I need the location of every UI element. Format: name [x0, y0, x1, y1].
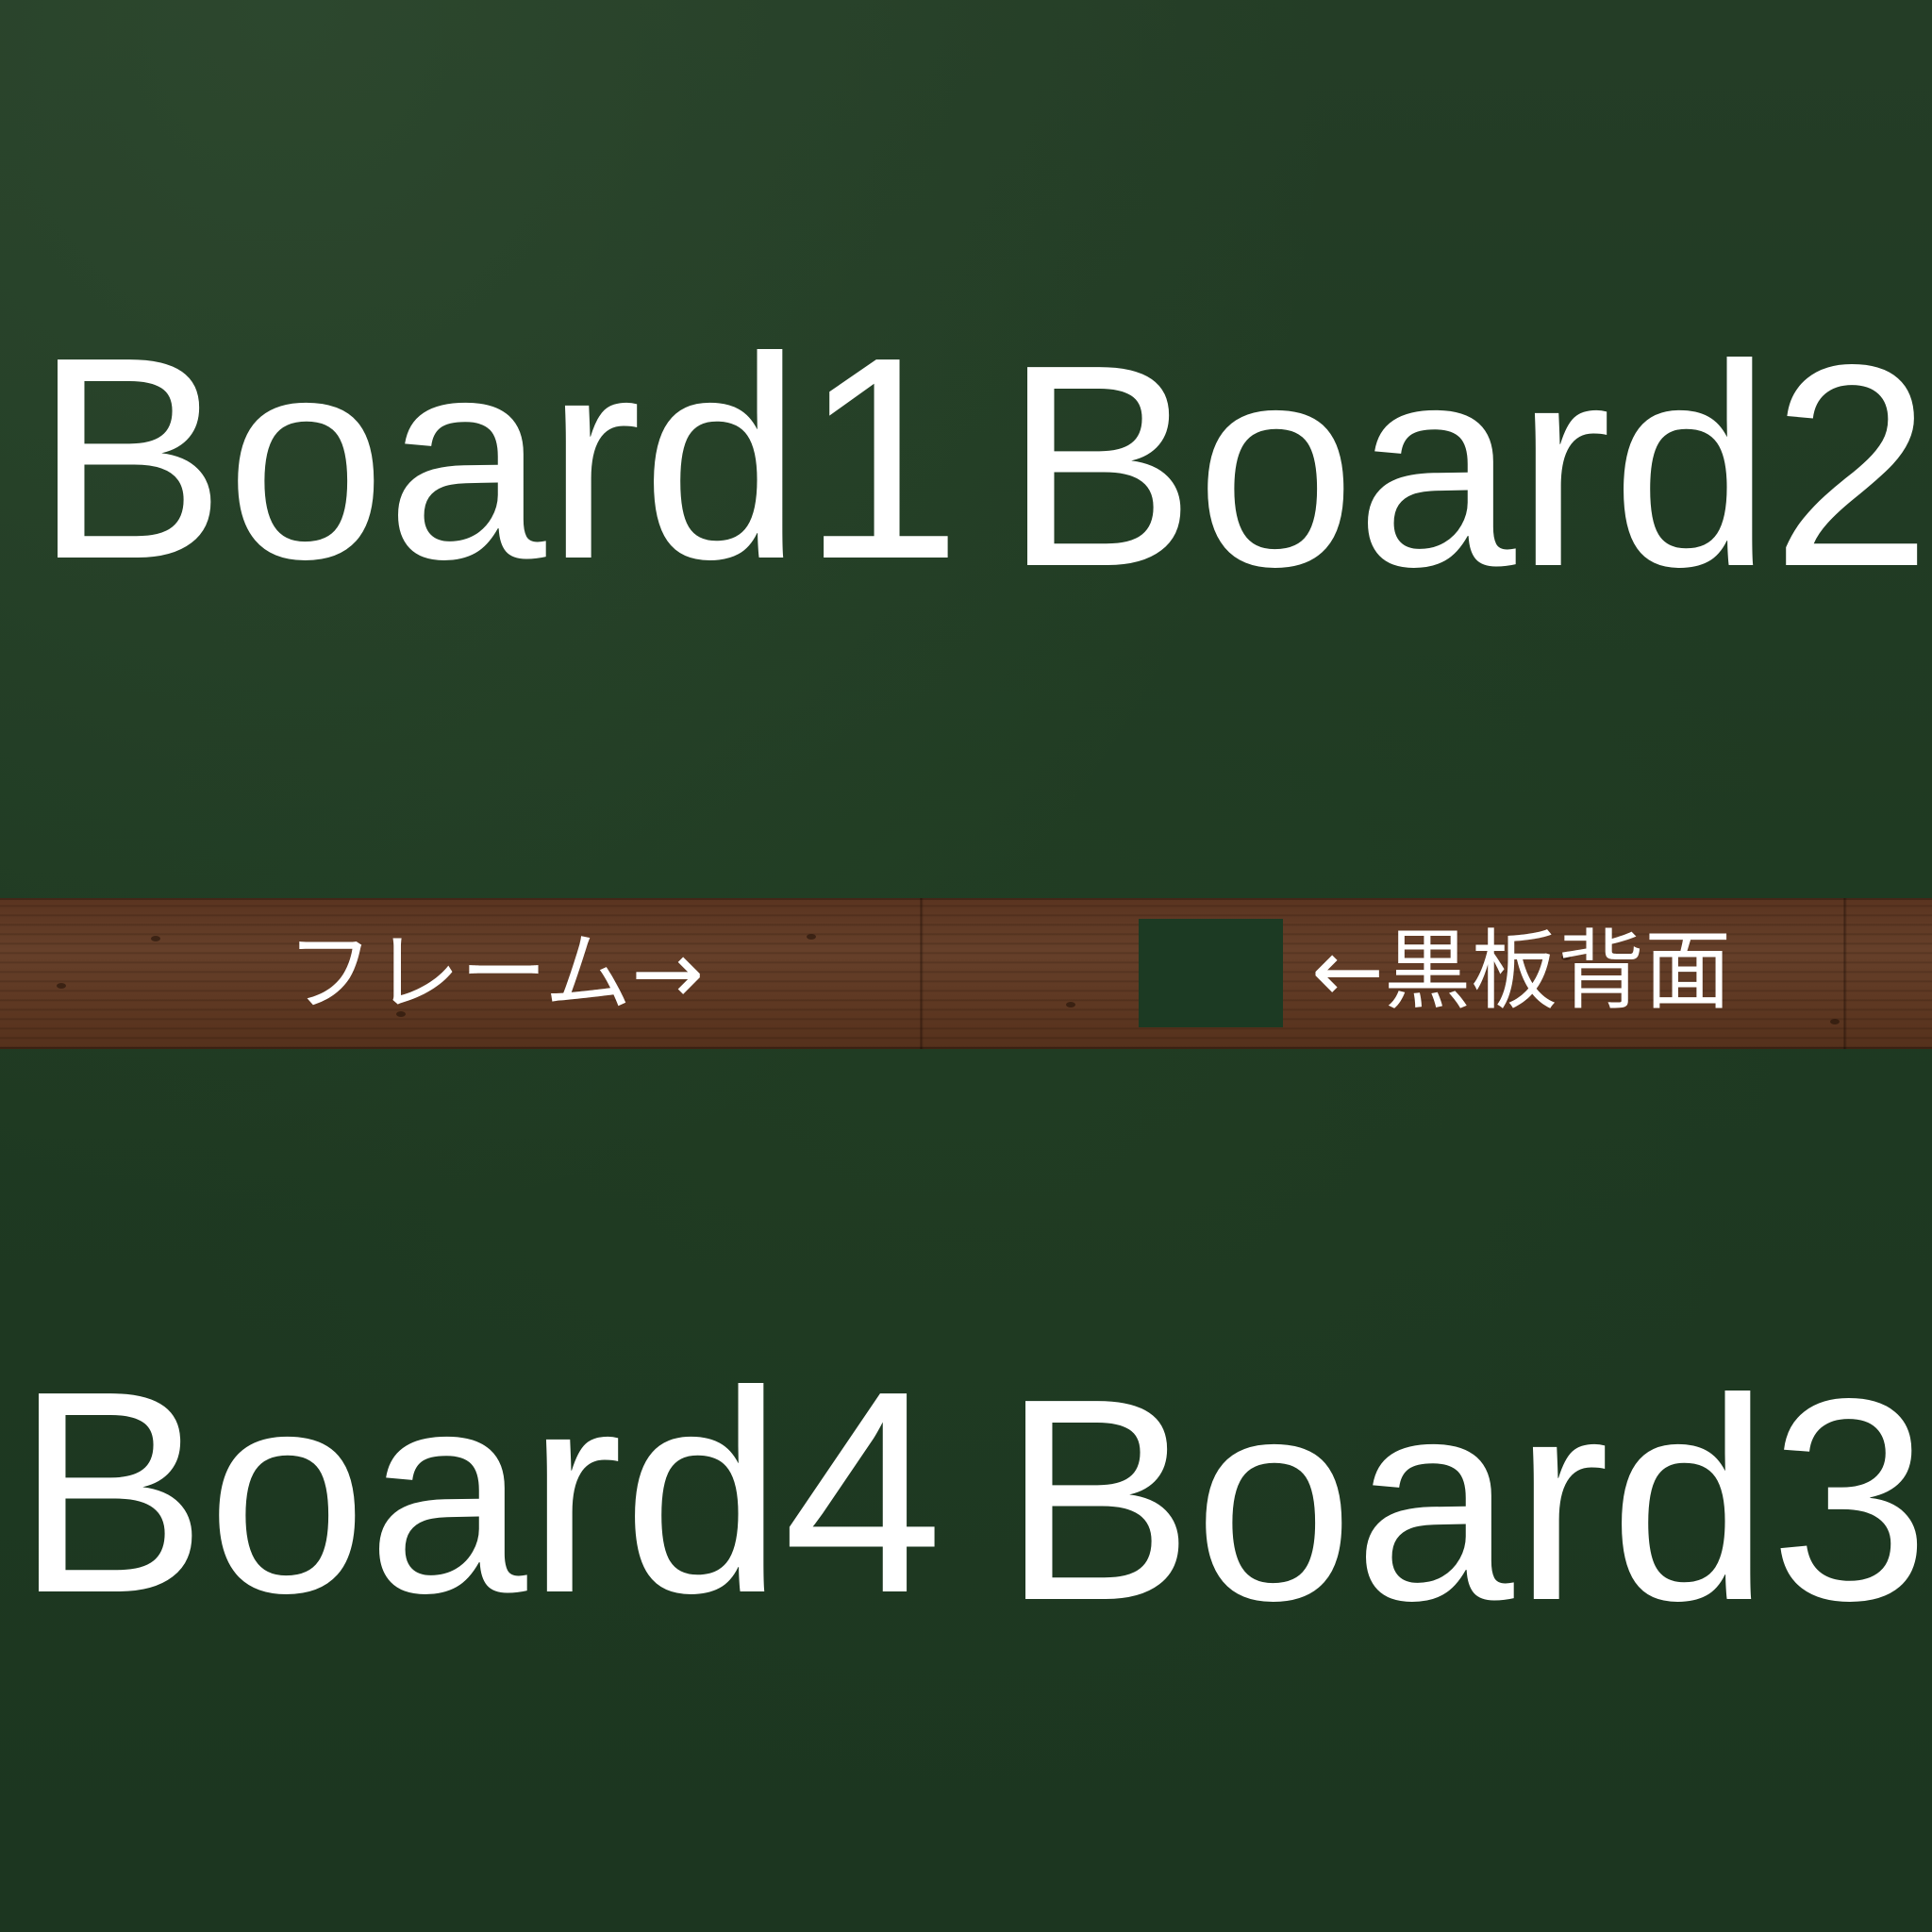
wood-knot-decoration: [1830, 1019, 1840, 1024]
board4-label: Board4: [15, 1331, 943, 1653]
chalkboard-backing-swatch: [1139, 919, 1283, 1027]
wood-knot-decoration: [807, 934, 816, 940]
board2-label: Board2: [1004, 305, 1932, 626]
texture-atlas: Board1 Board2 フレーム→ ←黒板背面 Board4 Board3: [0, 0, 1932, 1932]
board1-label: Board1: [34, 297, 962, 619]
wood-knot-decoration: [57, 983, 66, 989]
wood-knot-decoration: [1066, 1002, 1075, 1008]
frame-label: フレーム→: [287, 923, 705, 1024]
backing-label: ←黒板背面: [1311, 921, 1732, 1022]
wood-knot-decoration: [151, 936, 160, 941]
board3-label: Board3: [1002, 1339, 1930, 1660]
